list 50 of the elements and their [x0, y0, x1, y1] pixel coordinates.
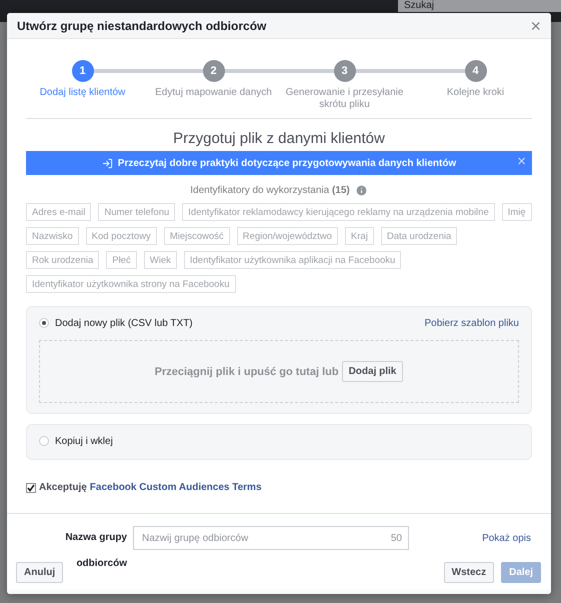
char-counter: 50	[390, 532, 402, 544]
step-number: 3	[334, 60, 356, 82]
checkbox[interactable]	[26, 482, 36, 492]
template-link[interactable]: Pobierz szablon pliku	[424, 318, 519, 328]
identifier-tag: Region/województwo	[236, 227, 338, 245]
step-label: Generowanie i przesyłanie skrótu pliku	[284, 87, 404, 111]
drop-hint: Przeciągnij plik i upuść go tutaj lub	[154, 366, 339, 378]
step-label: Kolejne kroki	[446, 87, 506, 99]
identifier-tag: Kod pocztowy	[86, 227, 157, 245]
step-number: 4	[464, 60, 486, 82]
identifier-tag: Data urodzenia	[380, 227, 458, 245]
identifier-tag: Kraj	[344, 227, 374, 245]
identifier-tag: Adres e-mail	[26, 203, 92, 221]
step-number: 1	[72, 60, 94, 82]
identifier-tag: Płeć	[106, 251, 137, 269]
show-description-link[interactable]: Pokaż opis	[482, 532, 531, 544]
step-label: Dodaj listę klientów	[38, 87, 126, 99]
radio-button[interactable]	[39, 436, 49, 446]
terms-text: Akceptuję	[39, 482, 87, 493]
identifier-tag: Identyfikator użytkownika strony na Facebooku	[26, 275, 236, 293]
step-label: Edytuj mapowanie danych	[154, 87, 273, 99]
tips-banner[interactable]: Przeczytaj dobre praktyki dotyczące przygotowywania danych klientów ×	[26, 151, 532, 175]
section-title: Przygotuj plik z danymi klientów	[172, 130, 386, 147]
identifier-tag: Imię	[502, 203, 532, 221]
option-label: Kopiuj i wklej	[55, 436, 113, 446]
info-icon[interactable]	[354, 184, 368, 197]
drop-zone[interactable]: Przeciągnij plik i upuść go tutaj lub Dodaj plik	[39, 340, 519, 403]
add-file-button[interactable]: Dodaj plik	[342, 361, 404, 382]
identifier-tag: Identyfikator reklamodawcy kierującego reklamy na urządzenia mobilne	[182, 203, 495, 221]
dialog-title: Utwórz grupę niestandardowych odbiorców	[17, 18, 266, 32]
name-input-text[interactable]: Nazwij grupę odbiorców	[140, 532, 391, 544]
identifier-tag: Miejscowość	[164, 227, 230, 245]
close-button[interactable]: ×	[530, 16, 541, 34]
identifier-tag: Rok urodzenia	[26, 251, 100, 269]
radio-button[interactable]	[39, 318, 49, 328]
identifier-tag: Identyfikator użytkownika aplikacji na Facebooku	[184, 251, 402, 269]
identifier-tag: Numer telefonu	[98, 203, 176, 221]
field-label: Nazwa grupy odbiorców	[64, 531, 128, 571]
terms-link[interactable]: Facebook Custom Audiences Terms	[90, 482, 262, 493]
cancel-button[interactable]: Anuluj	[16, 562, 64, 583]
back-button[interactable]: Wstecz	[444, 562, 494, 583]
step-number: 2	[202, 60, 224, 82]
banner-text: Przeczytaj dobre praktyki dotyczące przygotowywania danych klientów	[118, 158, 456, 168]
search-field[interactable]: Szukaj	[398, 0, 561, 12]
option-label: Dodaj nowy plik (CSV lub TXT)	[55, 318, 193, 328]
identifier-tag: Wiek	[144, 251, 177, 269]
check-icon	[27, 484, 35, 492]
identifiers-label: Identyfikatory do wykorzystania (15)	[190, 185, 350, 196]
arrow-into-box-icon	[102, 158, 113, 168]
identifier-tag: Nazwisko	[26, 227, 79, 245]
